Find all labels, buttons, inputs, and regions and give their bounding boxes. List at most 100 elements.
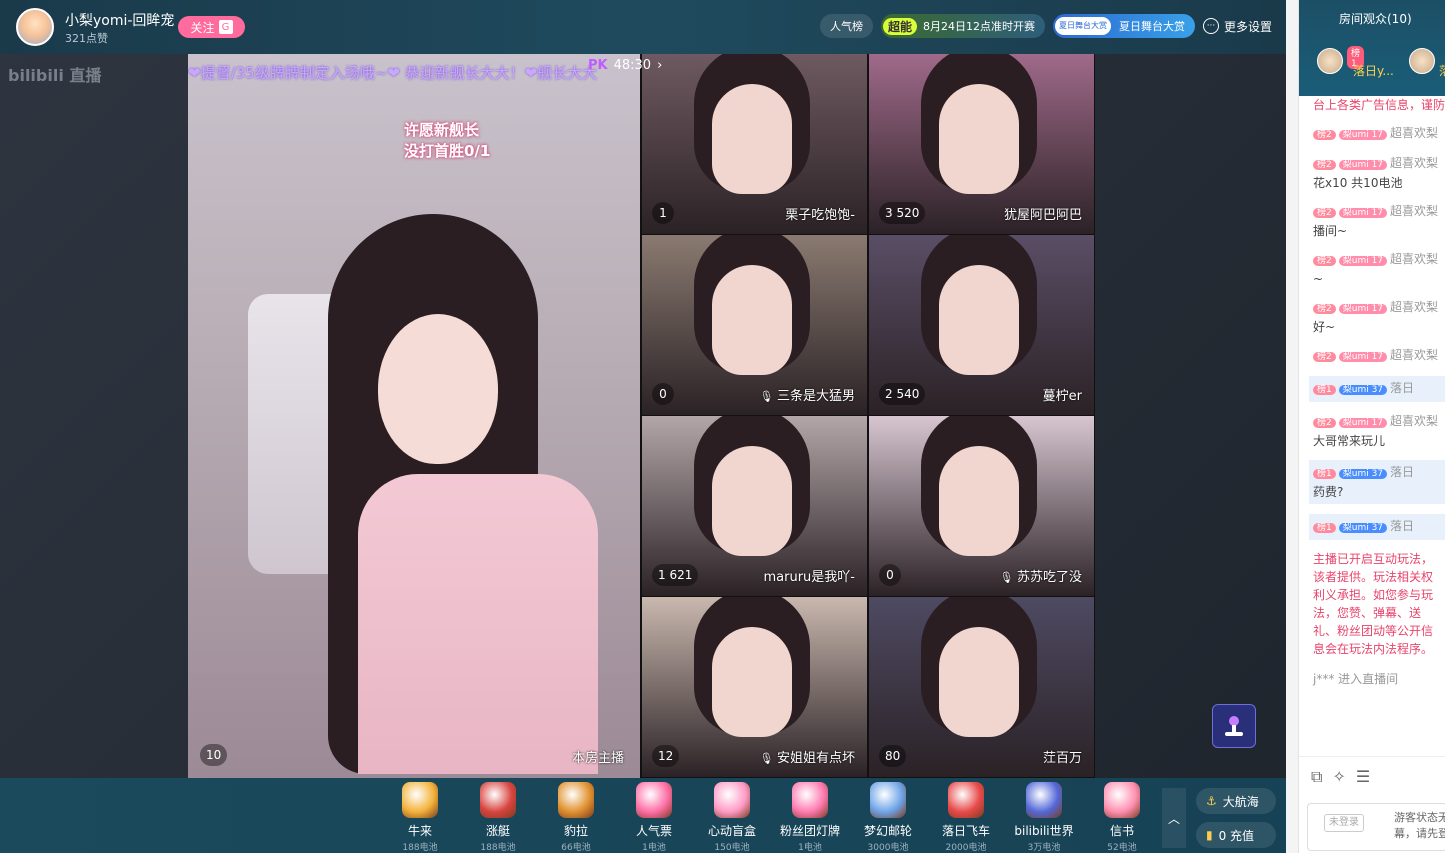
more-settings-button[interactable]: ··· 更多设置 (1202, 18, 1272, 35)
tile-name: 🎙 苏苏吃了没 (1000, 566, 1082, 585)
chat-username[interactable]: 落日 (1390, 381, 1414, 395)
gift-price: 3万电池 (1027, 843, 1061, 853)
pk-tile[interactable]: 2 540 蔓柠er (869, 235, 1094, 415)
fan-medal: 梨umi 17 (1338, 208, 1388, 218)
tile-streamer (939, 627, 1019, 737)
audience-member[interactable]: 榜1 落日y... (1317, 46, 1394, 78)
tile-name: 栗子吃饱饱- (785, 204, 855, 223)
host-name[interactable]: 小梨yomi-回眸宠 (65, 10, 174, 30)
chevron-right-icon: › (657, 57, 663, 73)
tile-name-text: 栗子吃饱饱- (785, 208, 855, 223)
audience-member[interactable]: 落 (1409, 48, 1445, 78)
chat-message[interactable]: 榜2 梨umi 17 超喜欢梨 (1313, 346, 1445, 366)
gift-item[interactable]: 落日飞车 2000电池 (928, 782, 1004, 853)
login-button[interactable]: 未登录 (1324, 814, 1364, 832)
pk-tile[interactable]: 0 🎙 苏苏吃了没 (869, 416, 1094, 596)
list-icon[interactable]: ☰ (1356, 767, 1370, 787)
chat-username[interactable]: 超喜欢梨 (1390, 300, 1438, 314)
chat-message-header: 榜1 梨umi 37 落日 (1313, 517, 1442, 537)
chat-content: 大哥常来玩儿 (1313, 434, 1386, 448)
chat-username[interactable]: 超喜欢梨 (1390, 126, 1438, 140)
gift-item[interactable]: 牛来 188电池 (382, 782, 458, 853)
chat-username[interactable]: 超喜欢梨 (1390, 204, 1438, 218)
chat-message[interactable]: 榜2 梨umi 17 超喜欢梨 花x10 共10电池 (1313, 154, 1445, 192)
pk-bar[interactable]: PK 48:30 › (588, 54, 698, 76)
audience-title[interactable]: 房间观众(10) (1339, 10, 1412, 27)
fleet-button[interactable]: ⚓ 大航海 (1196, 788, 1276, 814)
pk-tile[interactable]: 1 621 maruru是我吖- (642, 416, 867, 596)
host-pane[interactable]: ❤提督/35级牌牌制定入场哦~❤ 恭迎新舰长大大！❤舰长大大 许愿新舰长 没打首… (188, 54, 640, 778)
gift-record-icon[interactable]: ⧉ (1311, 767, 1322, 787)
chat-content: ~ (1313, 272, 1324, 286)
summer-text: 夏日舞台大赏 (1118, 20, 1185, 33)
chat-message[interactable]: 榜1 梨umi 37 落日 (1309, 376, 1445, 402)
video-player[interactable]: ❤提督/35级牌牌制定入场哦~❤ 恭迎新舰长大大！❤舰长大大 许愿新舰长 没打首… (188, 54, 1095, 778)
recharge-button[interactable]: ▮ 0 充值 (1196, 822, 1276, 848)
chat-username[interactable]: 超喜欢梨 (1390, 252, 1438, 266)
gift-price: 188电池 (480, 843, 516, 853)
host-avatar[interactable] (16, 8, 54, 46)
rank-badge: 榜2 (1313, 160, 1336, 170)
chat-message-header: 榜2 梨umi 17 超喜欢梨 (1313, 346, 1445, 366)
chat-list[interactable]: 台上各类广告信息，谨防 榜2 梨umi 17 超喜欢梨 榜2 梨umi 17 超喜欢梨 花x1… (1299, 96, 1445, 756)
game-joystick-button[interactable] (1212, 704, 1256, 748)
follow-button[interactable]: 关注 G (178, 16, 245, 38)
gift-item[interactable]: 豹拉 66电池 (538, 782, 614, 853)
gift-name: 梦幻邮轮 (863, 824, 912, 838)
tile-name: 蔓柠er (1043, 385, 1082, 404)
chat-message[interactable]: 台上各类广告信息，谨防 (1313, 96, 1445, 114)
fan-medal: 梨umi 17 (1338, 352, 1388, 362)
gift-item[interactable]: 涨艇 188电池 (460, 782, 536, 853)
super-banner[interactable]: 超能 8月24日12点准时开赛 (880, 14, 1045, 38)
summer-banner[interactable]: 夏日舞台大赏 夏日舞台大赏 (1052, 14, 1195, 38)
fan-medal: 梨umi 37 (1338, 469, 1388, 479)
chat-username[interactable]: 落日 (1390, 465, 1414, 479)
gift-icon (792, 782, 828, 818)
chat-message-header: 榜2 梨umi 17 超喜欢梨 (1313, 202, 1445, 222)
chat-message[interactable]: 榜2 梨umi 17 超喜欢梨 ~ (1313, 250, 1445, 288)
pk-tile[interactable]: 12 🎙 安姐姐有点坏 (642, 597, 867, 777)
chat-message[interactable]: 榜2 梨umi 17 超喜欢梨 好~ (1313, 298, 1445, 336)
pk-tile[interactable]: 1 栗子吃饱饱- (642, 54, 867, 234)
gift-bar-expand-button[interactable]: ︿ (1162, 788, 1186, 848)
tile-streamer (939, 265, 1019, 375)
gift-item[interactable]: 信书 52电池 (1084, 782, 1160, 853)
gift-icon (1026, 782, 1062, 818)
gift-item[interactable]: bilibili世界 3万电池 (1006, 782, 1082, 853)
super-text: 8月24日12点准时开赛 (922, 20, 1035, 33)
chat-message[interactable]: 榜1 梨umi 37 落日 (1309, 514, 1445, 540)
tile-name: maruru是我吖- (764, 566, 856, 585)
rank-badge: 榜1 (1313, 469, 1336, 479)
chat-message[interactable]: 榜1 梨umi 37 落日 药费? (1309, 460, 1445, 504)
chat-content: 好~ (1313, 320, 1336, 334)
chat-input[interactable]: 未登录 游客状态无 幕，请先登 (1307, 803, 1445, 851)
gift-name: bilibili世界 (1014, 824, 1074, 838)
chat-username[interactable]: 超喜欢梨 (1390, 156, 1438, 170)
chat-message[interactable]: 榜2 梨umi 17 超喜欢梨 (1313, 124, 1445, 144)
chat-username[interactable]: 超喜欢梨 (1390, 414, 1438, 428)
gift-item[interactable]: 人气票 1电池 (616, 782, 692, 853)
rank-badge: 榜2 (1313, 304, 1336, 314)
gift-item[interactable]: 心动盲盒 150电池 (694, 782, 770, 853)
chat-message-header: 榜1 梨umi 37 落日 (1313, 379, 1442, 399)
gift-item[interactable]: 梦幻邮轮 3000电池 (850, 782, 926, 853)
tile-badge: 0 (879, 564, 901, 586)
rank-badge: 榜2 (1313, 418, 1336, 428)
chat-username[interactable]: 落日 (1390, 519, 1414, 533)
pk-tile[interactable]: 3 520 犹屋阿巴阿巴 (869, 54, 1094, 234)
chat-message[interactable]: 榜2 梨umi 17 超喜欢梨 大哥常来玩儿 (1313, 412, 1445, 450)
star-icon[interactable]: ✧ (1332, 767, 1345, 787)
gift-item[interactable]: 粉丝团灯牌 1电池 (772, 782, 848, 853)
gift-name: 豹拉 (563, 824, 588, 838)
chat-message[interactable]: 榜2 梨umi 17 超喜欢梨 播间~ (1313, 202, 1445, 240)
pk-tile[interactable]: 0 🎙 三条是大猛男 (642, 235, 867, 415)
pk-tile[interactable]: 80 茳百万 (869, 597, 1094, 777)
tile-streamer (712, 627, 792, 737)
super-tag: 超能 (882, 17, 917, 35)
audience-header: 房间观众(10) 榜1 落日y... 落 (1299, 0, 1445, 96)
rank-badge: 榜2 (1313, 130, 1336, 140)
popularity-button[interactable]: 人气榜 (819, 14, 873, 38)
chat-username[interactable]: 超喜欢梨 (1390, 348, 1438, 362)
rank-badge: 榜2 (1313, 208, 1336, 218)
battery-icon: ▮ (1206, 828, 1213, 842)
